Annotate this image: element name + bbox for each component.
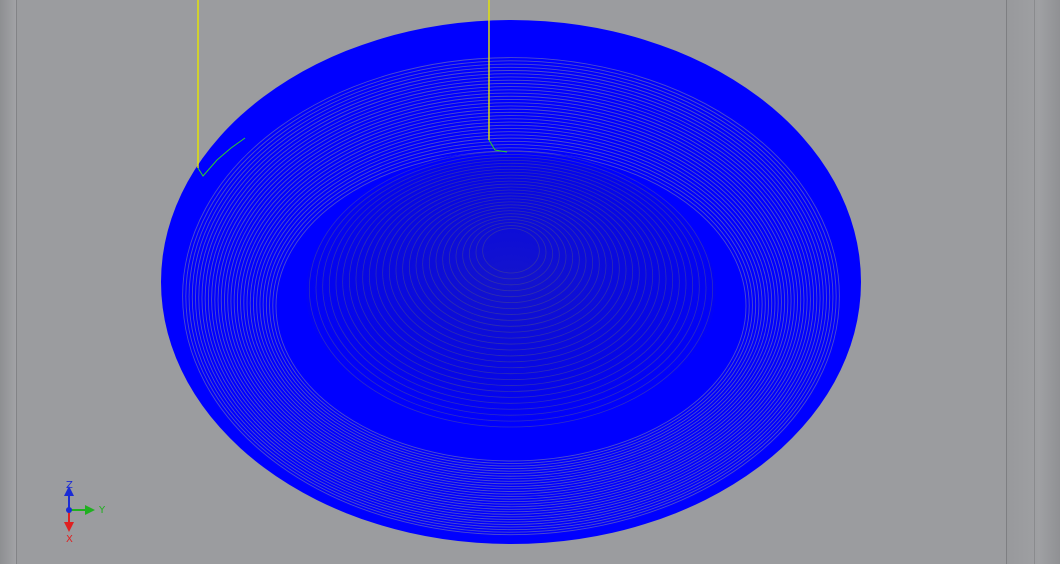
right-frame-border: [1006, 0, 1060, 564]
xyz-axis-triad-icon: Z Y X: [64, 480, 106, 544]
z-axis-label: Z: [66, 480, 73, 491]
x-axis-label: X: [66, 534, 73, 544]
y-axis-label: Y: [98, 505, 106, 516]
cam-toolpath-viewer: Z Y X: [0, 0, 1060, 564]
toolpath-scene[interactable]: [17, 0, 1006, 564]
left-frame-border: [0, 0, 17, 564]
inner-dome-shade: [306, 157, 716, 427]
3d-viewport[interactable]: Z Y X: [17, 0, 1006, 564]
